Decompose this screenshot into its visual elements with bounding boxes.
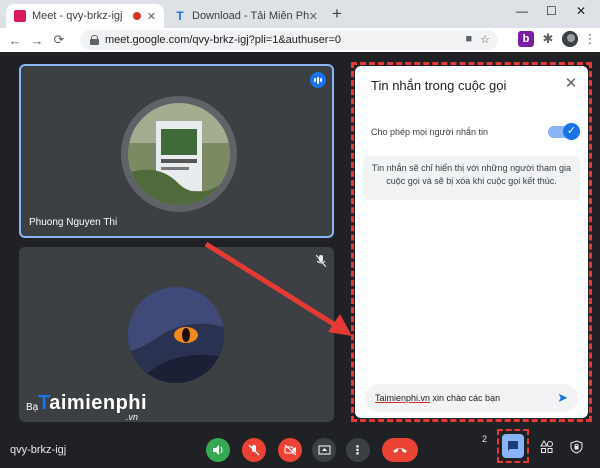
minimize-button[interactable]: — xyxy=(516,4,528,18)
participant-tile[interactable]: Phuong Nguyen Thi xyxy=(19,64,334,238)
meeting-code: qvy-brkz-igj xyxy=(10,444,67,456)
checkmark-icon: ✓ xyxy=(563,123,580,140)
hang-up-icon xyxy=(393,448,407,453)
lock-icon xyxy=(90,35,99,45)
participant-avatar xyxy=(128,103,230,205)
participant-name: Bạ xyxy=(26,402,39,413)
new-tab-button[interactable]: + xyxy=(332,4,342,24)
profile-avatar[interactable] xyxy=(562,31,578,47)
more-options-button[interactable]: ⋮ xyxy=(346,438,370,462)
meeting-stage: Phuong Nguyen Thi Bạ Taimienphi .vn Tin … xyxy=(0,52,600,424)
chat-panel: Tin nhắn trong cuộc gọi ✕ Cho phép mọi n… xyxy=(355,66,588,418)
participant-avatar xyxy=(128,287,224,383)
back-button[interactable]: ← xyxy=(4,33,26,48)
chat-button[interactable] xyxy=(502,434,524,458)
mic-muted-icon xyxy=(315,254,327,270)
speaker-button[interactable] xyxy=(206,438,230,462)
taimienphi-favicon-icon: T xyxy=(176,9,184,23)
present-screen-button[interactable] xyxy=(312,438,336,462)
allow-messages-toggle[interactable]: ✓ xyxy=(548,123,580,140)
message-input[interactable]: Taimienphi.vn xin chào các bạn xyxy=(375,393,557,403)
close-tab-icon[interactable]: ✕ xyxy=(309,10,318,23)
activities-icon[interactable] xyxy=(540,440,554,457)
watermark-brand-rest: aimienphi xyxy=(49,392,148,414)
send-icon[interactable]: ➤ xyxy=(557,390,568,406)
host-controls-shield-icon[interactable] xyxy=(570,440,583,457)
camera-off-icon xyxy=(284,444,296,456)
browser-menu-icon[interactable]: ⋮ xyxy=(582,31,598,47)
reload-button[interactable]: ⟳ xyxy=(48,32,70,48)
allow-messages-label: Cho phép mọi người nhắn tin xyxy=(371,127,488,137)
speaking-ring xyxy=(121,96,237,212)
present-icon xyxy=(318,445,330,455)
address-text: meet.google.com/qvy-brkz-igj?pli=1&authu… xyxy=(105,34,342,46)
watermark-brand-prefix: T xyxy=(38,392,50,414)
extensions-puzzle-icon[interactable]: ✱ xyxy=(540,31,556,47)
recording-indicator-icon xyxy=(132,12,141,20)
maximize-button[interactable]: ☐ xyxy=(546,4,557,18)
tab-title: Meet - qvy-brkz-igj xyxy=(32,10,123,22)
mic-off-icon xyxy=(248,444,260,456)
speaker-icon xyxy=(213,445,223,455)
browser-tabstrip: Meet - qvy-brkz-igj ✕ T Download - Tải M… xyxy=(0,0,600,28)
close-chat-panel-button[interactable]: ✕ xyxy=(562,74,580,92)
extension-b-icon[interactable]: b xyxy=(518,31,534,47)
participant-count-badge: 2 xyxy=(482,434,488,444)
omnibox-actions: ■ ☆ xyxy=(465,33,490,46)
address-bar[interactable]: meet.google.com/qvy-brkz-igj?pli=1&authu… xyxy=(80,30,498,50)
message-compose-box[interactable]: Taimienphi.vn xin chào các bạn ➤ xyxy=(365,384,578,412)
participant-name: Phuong Nguyen Thi xyxy=(29,217,118,228)
message-brand-text: Taimienphi.vn xyxy=(375,393,431,403)
meet-favicon-icon xyxy=(14,10,26,22)
microphone-button[interactable] xyxy=(242,438,266,462)
camera-in-use-icon[interactable]: ■ xyxy=(465,33,472,46)
camera-button[interactable] xyxy=(278,438,302,462)
message-rest-text: xin chào các bạn xyxy=(430,393,501,403)
chat-icon xyxy=(508,441,518,451)
end-call-button[interactable] xyxy=(382,438,418,462)
close-tab-icon[interactable]: ✕ xyxy=(147,10,156,23)
forward-button[interactable]: → xyxy=(26,33,48,48)
bookmark-star-icon[interactable]: ☆ xyxy=(480,33,490,46)
tab-title: Download - Tải Miễn Phí VN - Ph xyxy=(192,10,309,22)
chat-info-notice: Tin nhắn sẽ chỉ hiển thị với những người… xyxy=(363,156,580,200)
watermark-suffix: .vn xyxy=(126,412,139,422)
allow-messages-row: Cho phép mọi người nhắn tin ✓ xyxy=(371,122,580,142)
chat-panel-title: Tin nhắn trong cuộc gọi xyxy=(371,78,507,93)
tab-meet[interactable]: Meet - qvy-brkz-igj ✕ xyxy=(6,4,164,28)
speaking-indicator-icon xyxy=(310,72,326,88)
tab-download[interactable]: T Download - Tải Miễn Phí VN - Ph ✕ xyxy=(166,4,326,28)
close-window-button[interactable]: ✕ xyxy=(576,4,586,18)
browser-toolbar: ← → ⟳ meet.google.com/qvy-brkz-igj?pli=1… xyxy=(0,28,600,52)
